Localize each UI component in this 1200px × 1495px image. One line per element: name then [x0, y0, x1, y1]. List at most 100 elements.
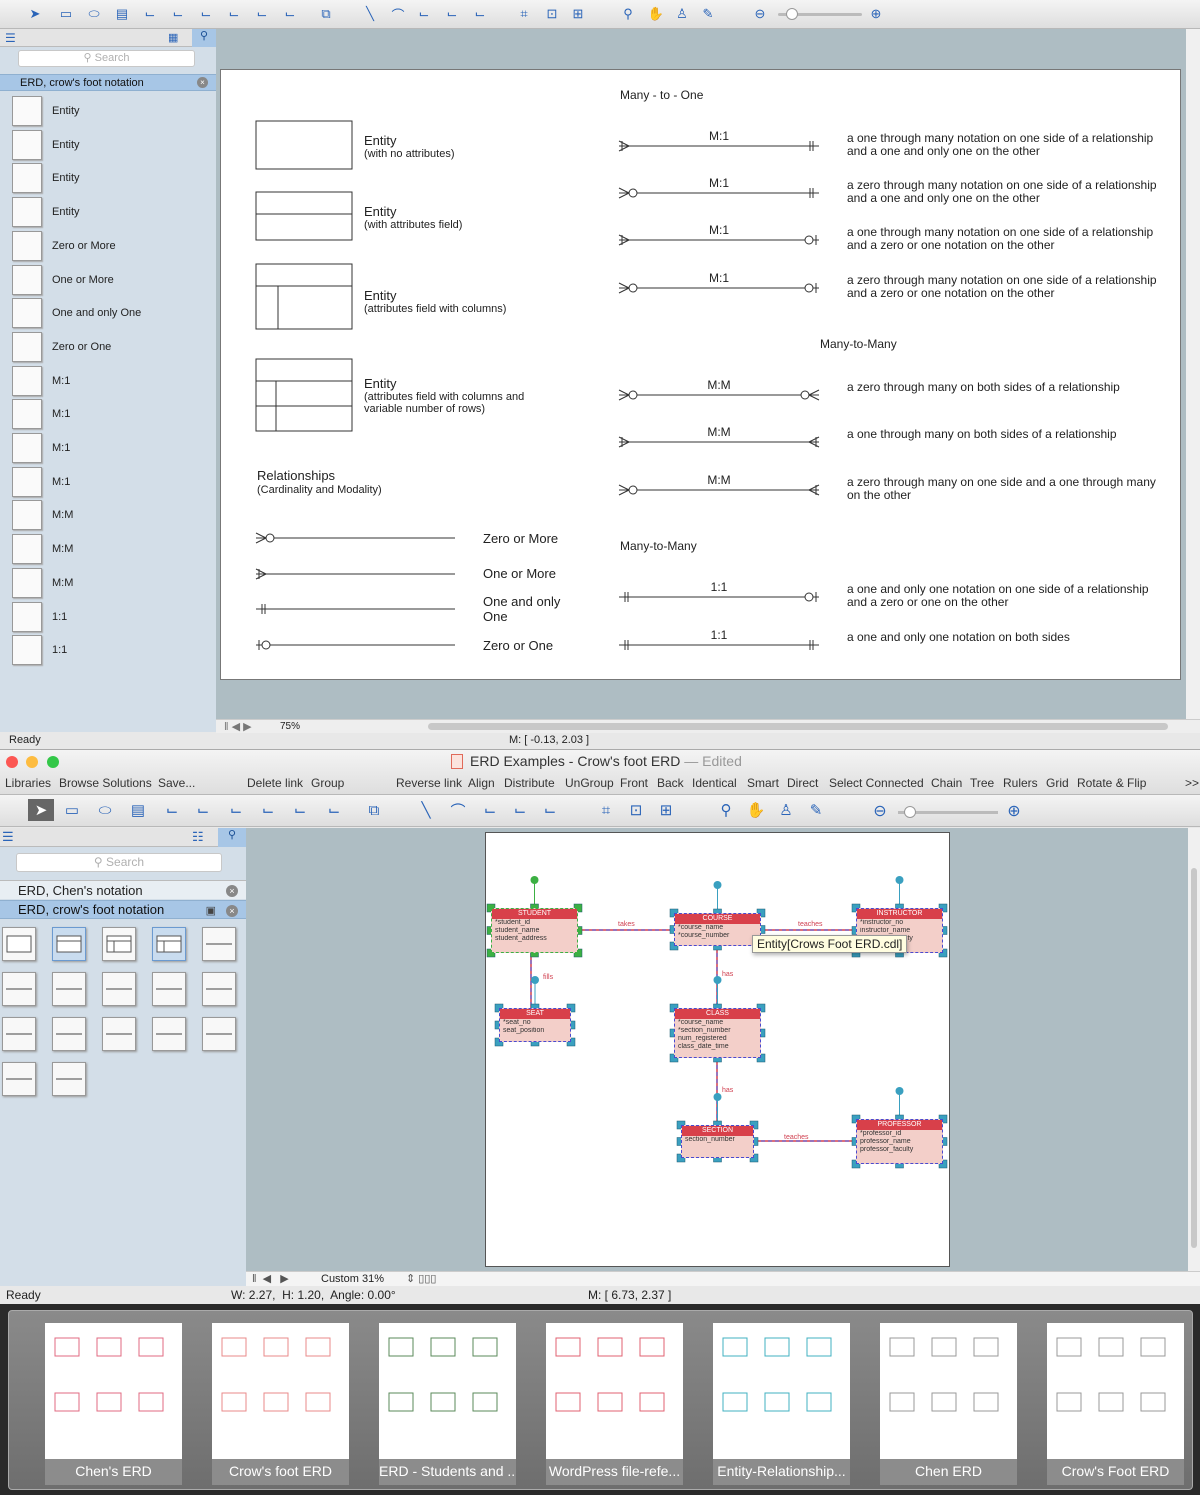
- library-item[interactable]: M:1: [0, 466, 216, 497]
- spline-icon[interactable]: ⌙: [442, 5, 462, 23]
- library-header-crows-foot[interactable]: ERD, crow's foot notation ▣ ×: [0, 900, 246, 919]
- pointer-icon[interactable]: ➤: [28, 799, 54, 821]
- stamp-icon[interactable]: ♙: [672, 5, 692, 23]
- library-shape[interactable]: [2, 927, 36, 961]
- library-item[interactable]: M:M: [0, 534, 216, 565]
- library-item[interactable]: Zero or One: [0, 331, 216, 362]
- library-item[interactable]: 1:1: [0, 601, 216, 632]
- menu-item[interactable]: Direct: [787, 776, 818, 790]
- menu-item[interactable]: Rulers: [1003, 776, 1038, 790]
- search-input[interactable]: ⚲ Search: [18, 50, 195, 67]
- stamp-icon[interactable]: ♙: [776, 801, 796, 819]
- menu-item[interactable]: Select Connected: [829, 776, 924, 790]
- library-item[interactable]: Entity: [0, 197, 216, 228]
- zoom-window-button[interactable]: [47, 756, 59, 768]
- insert-icon[interactable]: ⧉: [364, 801, 384, 819]
- erd-entity[interactable]: PROFESSOR *professor_id professor_name prof…: [856, 1119, 943, 1164]
- zoom-in-icon[interactable]: ⊕: [1004, 802, 1024, 820]
- text-icon[interactable]: ▤: [112, 5, 132, 23]
- hand-icon[interactable]: ✋: [646, 5, 666, 23]
- library-item[interactable]: One or More: [0, 264, 216, 295]
- arc-icon[interactable]: ⌒: [388, 5, 408, 23]
- menu-item[interactable]: Align: [468, 776, 495, 790]
- library-shape[interactable]: [52, 1017, 86, 1051]
- minimize-window-button[interactable]: [26, 756, 38, 768]
- library-shape[interactable]: [2, 972, 36, 1006]
- library-shape[interactable]: [52, 972, 86, 1006]
- smart-connector-icon[interactable]: ⌙: [193, 801, 213, 819]
- zoom-select[interactable]: Custom 31%: [321, 1273, 384, 1285]
- library-item[interactable]: Entity: [0, 96, 216, 126]
- library-shape[interactable]: [102, 1017, 136, 1051]
- chain-connector-icon[interactable]: ⌙: [324, 801, 344, 819]
- library-shape[interactable]: [2, 1017, 36, 1051]
- erd-entity[interactable]: STUDENT *student_id student_name student_ad…: [491, 908, 578, 953]
- menu-item[interactable]: Rotate & Flip: [1077, 776, 1146, 790]
- tree-connector-icon[interactable]: ⌙: [196, 5, 216, 23]
- close-library-icon[interactable]: ×: [226, 885, 238, 897]
- horizontal-scrollbar-bar[interactable]: ‖ ◀ ▶ 75%: [216, 719, 1200, 733]
- horizontal-scrollbar-bar[interactable]: ‖ ◀ ▶ Custom 31% ⇕ ▯▯▯: [246, 1271, 1200, 1286]
- menu-item[interactable]: UnGroup: [565, 776, 614, 790]
- menu-item[interactable]: Smart: [747, 776, 779, 790]
- eyedropper-icon[interactable]: ✎: [698, 5, 718, 23]
- erd-entity[interactable]: CLASS *course_name *section_number num_regi…: [674, 1008, 761, 1058]
- menu-item[interactable]: Save...: [158, 776, 195, 790]
- solution-thumbnail[interactable]: ERD - Students and ...: [379, 1323, 516, 1485]
- list-view-icon[interactable]: ☷: [192, 829, 204, 845]
- group-icon[interactable]: ⊞: [568, 5, 588, 23]
- menu-item[interactable]: Group: [311, 776, 344, 790]
- zoom-out-icon[interactable]: ⊖: [870, 802, 890, 820]
- edited-label[interactable]: — Edited: [684, 753, 742, 769]
- library-shape[interactable]: [152, 1017, 186, 1051]
- library-header-chen[interactable]: ERD, Chen's notation ×: [0, 880, 246, 899]
- round-connector-icon[interactable]: ⌙: [470, 5, 490, 23]
- ellipse-icon[interactable]: ⬭: [84, 5, 104, 23]
- library-shape[interactable]: [202, 972, 236, 1006]
- close-library-icon[interactable]: ×: [197, 77, 208, 88]
- menu-item[interactable]: Tree: [970, 776, 994, 790]
- zoom-select[interactable]: 75%: [280, 721, 300, 732]
- rectangle-icon[interactable]: ▭: [56, 5, 76, 23]
- scroll-thumb[interactable]: [428, 723, 1168, 730]
- snap-icon[interactable]: ⌗: [596, 801, 616, 819]
- zoom-tool-icon[interactable]: ⚲: [716, 801, 736, 819]
- chain-connector-icon[interactable]: ⌙: [280, 5, 300, 23]
- menu-item[interactable]: Grid: [1046, 776, 1069, 790]
- solution-thumbnail[interactable]: Chen ERD: [880, 1323, 1017, 1485]
- library-shape[interactable]: [52, 1062, 86, 1096]
- orthogonal-connector-icon[interactable]: ⌙: [224, 5, 244, 23]
- library-shape[interactable]: [2, 1062, 36, 1096]
- connector-icon[interactable]: ⌙: [140, 5, 160, 23]
- library-item[interactable]: M:1: [0, 399, 216, 430]
- spline-icon[interactable]: ⌙: [510, 801, 530, 819]
- snap-icon[interactable]: ⌗: [514, 5, 534, 23]
- library-item[interactable]: One and only One: [0, 298, 216, 329]
- fit-icon[interactable]: ⊡: [542, 5, 562, 23]
- library-item[interactable]: M:M: [0, 500, 216, 531]
- solution-thumbnail[interactable]: WordPress file-refe...: [546, 1323, 683, 1485]
- zoom-slider[interactable]: [778, 8, 862, 20]
- vertical-scrollbar[interactable]: [1188, 828, 1200, 1271]
- menu-item[interactable]: Delete link: [247, 776, 303, 790]
- search-icon[interactable]: ⚲: [192, 29, 216, 47]
- erd-entity[interactable]: COURSE *course_name *course_number: [674, 913, 761, 946]
- erd-entity[interactable]: SEAT *seat_no seat_position: [499, 1008, 571, 1042]
- menu-item[interactable]: Chain: [931, 776, 962, 790]
- menu-item[interactable]: Distribute: [504, 776, 555, 790]
- menu-item[interactable]: Libraries: [5, 776, 51, 790]
- grid-view-icon[interactable]: ▦: [168, 31, 178, 44]
- library-shape[interactable]: [152, 972, 186, 1006]
- orthogonal-connector-icon[interactable]: ⌙: [258, 801, 278, 819]
- zoom-out-icon[interactable]: ⊖: [750, 5, 770, 23]
- solution-thumbnail[interactable]: Crow's Foot ERD: [1047, 1323, 1184, 1485]
- smart-connector-icon[interactable]: ⌙: [168, 5, 188, 23]
- menu-item[interactable]: Browse Solutions: [59, 776, 152, 790]
- solution-thumbnail[interactable]: Crow's foot ERD: [212, 1323, 349, 1485]
- insert-icon[interactable]: ⧉: [316, 5, 336, 23]
- library-shape[interactable]: [152, 927, 186, 961]
- zoom-in-icon[interactable]: ⊕: [866, 5, 886, 23]
- fit-icon[interactable]: ⊡: [626, 801, 646, 819]
- library-item[interactable]: Zero or More: [0, 230, 216, 261]
- arc-icon[interactable]: ⌒: [448, 801, 468, 820]
